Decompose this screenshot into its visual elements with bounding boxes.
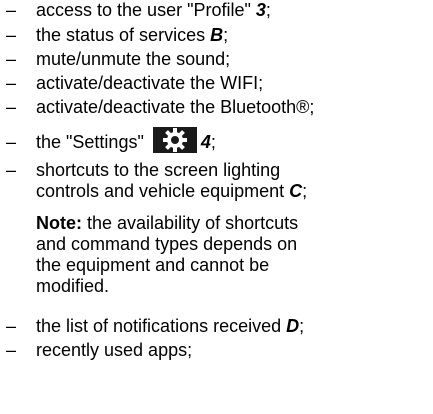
- note-text: the equipment and cannot be: [36, 255, 270, 275]
- list-item-text: activate/deactivate the WIFI;: [36, 73, 264, 93]
- list-dash: –: [6, 25, 17, 45]
- reference-label: 4: [200, 132, 211, 152]
- note-block: Note: the availability of shortcuts and …: [0, 213, 318, 297]
- list-item-punct: ;: [210, 132, 216, 152]
- note-text: and command types depends on: [36, 234, 298, 254]
- reference-label: C: [289, 181, 303, 201]
- list-dash: –: [6, 97, 17, 117]
- list-item-punct: ;: [302, 181, 308, 201]
- list-item: – access to the user "Profile" 3;: [0, 0, 271, 21]
- list-item-text: mute/unmute the sound;: [36, 49, 231, 69]
- list-item-text: the "Settings": [36, 132, 149, 152]
- list-item-settings: – the "Settings" 4;: [0, 127, 216, 157]
- list-item-text: controls and vehicle equipment: [36, 181, 290, 201]
- list-item-shortcuts: – shortcuts to the screen lighting contr…: [0, 160, 307, 202]
- list-item: – the status of services B;: [0, 25, 228, 46]
- list-dash: –: [6, 132, 17, 152]
- reference-label: B: [210, 25, 224, 45]
- list-item-text: recently used apps;: [36, 340, 193, 360]
- note-text: the availability of shortcuts: [82, 213, 299, 233]
- list-dash: –: [6, 316, 17, 336]
- list-item: – the list of notifications received D;: [0, 316, 304, 337]
- list-item-text: shortcuts to the screen lighting: [36, 160, 281, 180]
- note-text: modified.: [36, 276, 110, 296]
- note-label: Note:: [36, 213, 82, 233]
- list-item: – mute/unmute the sound;: [0, 49, 230, 70]
- list-item-text: access to the user "Profile": [36, 0, 256, 20]
- list-item-punct: ;: [265, 0, 271, 20]
- list-dash: –: [6, 73, 17, 93]
- list-item: – activate/deactivate the Bluetooth®;: [0, 97, 314, 118]
- list-item-text: the status of services: [36, 25, 211, 45]
- gear-icon: [152, 127, 197, 153]
- list-dash: –: [6, 340, 17, 360]
- list-item-text: the list of notifications received: [36, 316, 287, 336]
- reference-label: 3: [255, 0, 266, 20]
- list-item-text: activate/deactivate the Bluetooth®;: [36, 97, 315, 117]
- list-item: – recently used apps;: [0, 340, 192, 361]
- list-dash: –: [6, 160, 17, 180]
- list-item-punct: ;: [223, 25, 229, 45]
- reference-label: D: [286, 316, 300, 336]
- list-item-punct: ;: [299, 316, 305, 336]
- list-item: – activate/deactivate the WIFI;: [0, 73, 263, 94]
- list-dash: –: [6, 49, 17, 69]
- list-dash: –: [6, 0, 17, 20]
